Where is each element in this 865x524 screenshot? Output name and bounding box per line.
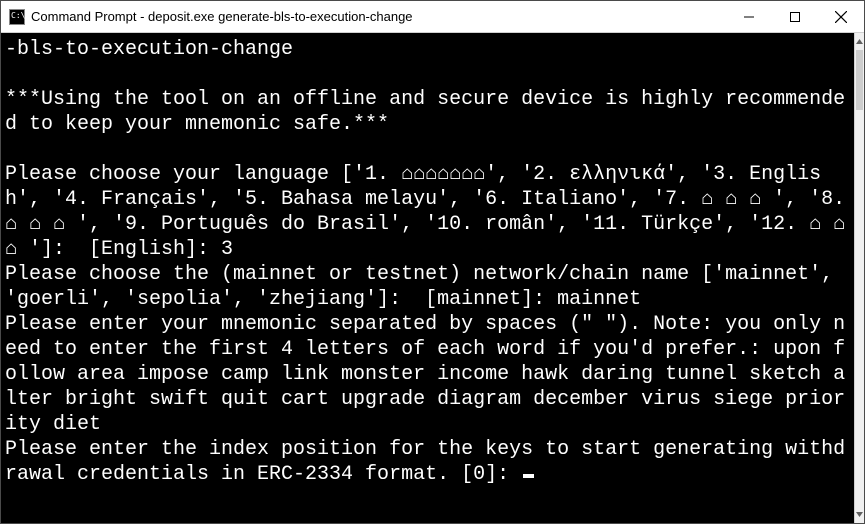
scroll-track[interactable] (855, 50, 864, 506)
close-button[interactable] (818, 1, 864, 32)
terminal-line: Please enter your mnemonic separated by … (5, 312, 854, 437)
titlebar: Command Prompt - deposit.exe generate-bl… (1, 1, 864, 33)
terminal-line: Please choose your language ['1. ⌂⌂⌂⌂⌂⌂⌂… (5, 162, 854, 262)
cmd-icon (9, 9, 25, 25)
window-title: Command Prompt - deposit.exe generate-bl… (31, 9, 726, 24)
scroll-up-button[interactable] (855, 33, 864, 50)
minimize-button[interactable] (726, 1, 772, 32)
terminal-line: ***Using the tool on an offline and secu… (5, 87, 854, 137)
maximize-button[interactable] (772, 1, 818, 32)
scroll-thumb[interactable] (856, 50, 863, 110)
cursor (523, 474, 534, 478)
client-area: -bls-to-execution-change ***Using the to… (1, 33, 864, 523)
terminal-line (5, 62, 854, 87)
scroll-down-button[interactable] (855, 506, 864, 523)
terminal-output[interactable]: -bls-to-execution-change ***Using the to… (1, 33, 854, 523)
vertical-scrollbar[interactable] (854, 33, 864, 523)
terminal-prompt-line: Please enter the index position for the … (5, 437, 854, 487)
app-window: Command Prompt - deposit.exe generate-bl… (0, 0, 865, 524)
terminal-line: Please choose the (mainnet or testnet) n… (5, 262, 854, 312)
window-controls (726, 1, 864, 32)
terminal-line: -bls-to-execution-change (5, 37, 854, 62)
terminal-line (5, 137, 854, 162)
